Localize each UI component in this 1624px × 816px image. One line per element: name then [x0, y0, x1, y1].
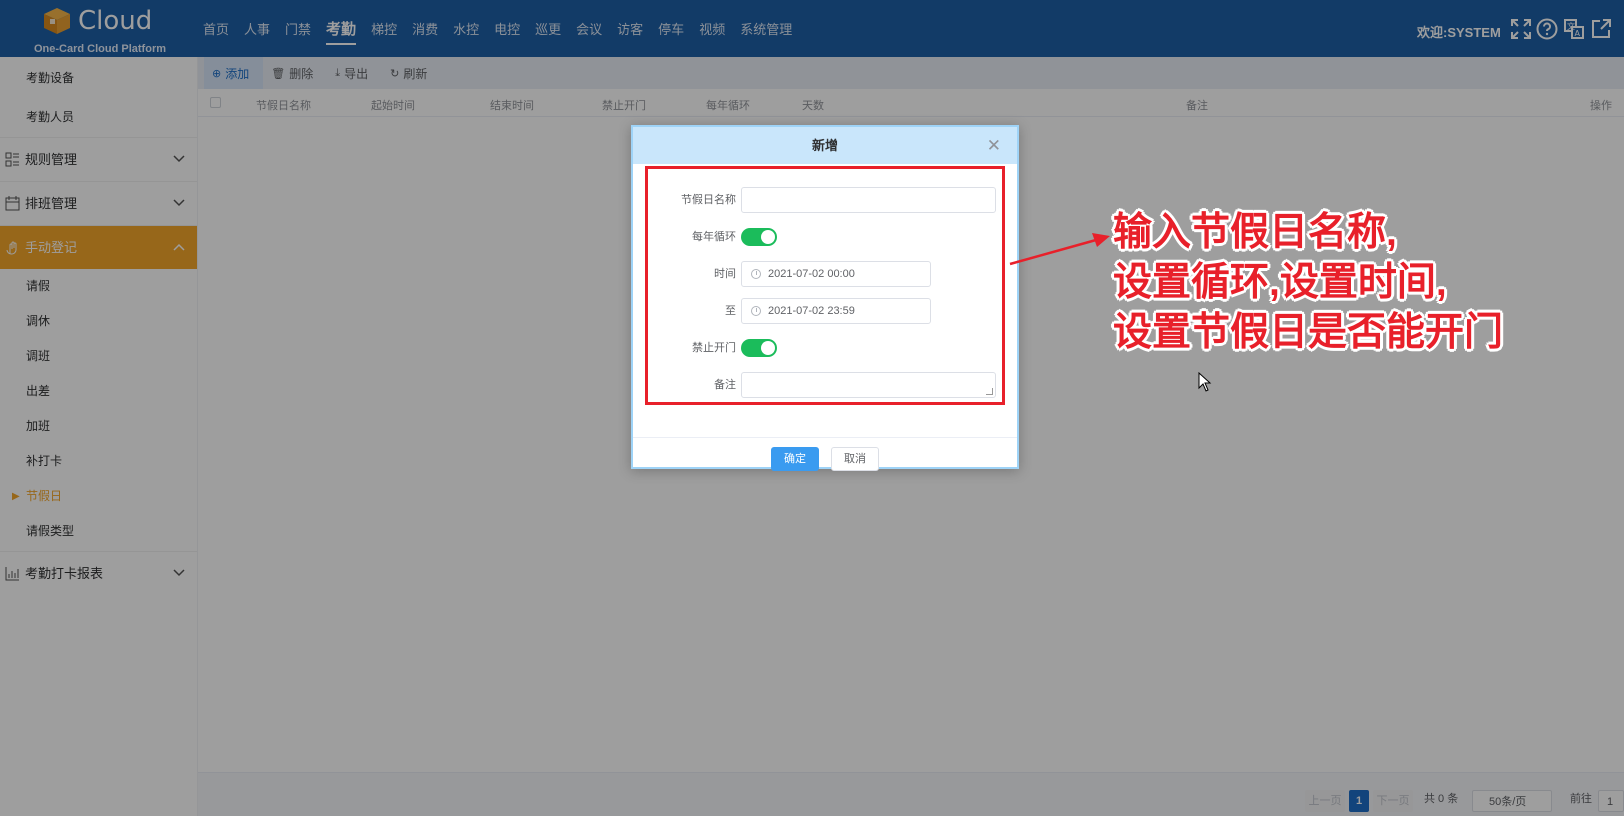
remark-label: 备注 — [714, 379, 736, 391]
dialog-header: 新增 ✕ — [633, 127, 1017, 164]
start-time-row: 时间 2021-07-02 00:00 — [633, 261, 1017, 287]
add-holiday-dialog: 新增 ✕ 节假日名称 每年循环 时间 2021-07-02 00:00 至 20… — [631, 125, 1019, 471]
annotation-line: 输入节假日名称, — [1113, 211, 1397, 254]
holiday-name-row: 节假日名称 — [633, 187, 1017, 213]
yearly-cycle-switch[interactable] — [741, 228, 777, 246]
holiday-name-label: 节假日名称 — [681, 194, 736, 206]
cancel-button[interactable]: 取消 — [831, 447, 879, 471]
clock-icon — [751, 306, 761, 316]
resize-handle-icon[interactable] — [986, 388, 993, 395]
annotation-text: 输入节假日名称, 设置循环,设置时间, 设置节假日是否能开门 — [1113, 208, 1503, 358]
forbid-open-label: 禁止开门 — [692, 342, 736, 354]
start-time-picker[interactable]: 2021-07-02 00:00 — [741, 261, 931, 287]
end-time-row: 至 2021-07-02 23:59 — [633, 298, 1017, 324]
remark-row: 备注 — [633, 372, 1017, 398]
yearly-cycle-row: 每年循环 — [633, 224, 1017, 250]
start-time-label: 时间 — [714, 268, 736, 280]
end-time-picker[interactable]: 2021-07-02 23:59 — [741, 298, 931, 324]
remark-textarea[interactable] — [741, 372, 996, 398]
forbid-open-row: 禁止开门 — [633, 335, 1017, 361]
dialog-title: 新增 — [811, 138, 838, 153]
annotation-line: 设置循环,设置时间, — [1113, 261, 1447, 304]
mouse-cursor-icon — [1198, 372, 1212, 392]
holiday-name-input[interactable] — [741, 187, 996, 213]
close-icon[interactable]: ✕ — [987, 127, 1001, 164]
annotation-line: 设置节假日是否能开门 — [1113, 311, 1504, 354]
forbid-open-switch[interactable] — [741, 339, 777, 357]
dialog-footer: 确定 取消 — [633, 437, 1017, 471]
start-time-value: 2021-07-02 00:00 — [768, 268, 855, 280]
end-time-label: 至 — [725, 305, 736, 317]
clock-icon — [751, 269, 761, 279]
confirm-button[interactable]: 确定 — [771, 447, 819, 471]
yearly-cycle-label: 每年循环 — [692, 231, 736, 243]
end-time-value: 2021-07-02 23:59 — [768, 305, 855, 317]
